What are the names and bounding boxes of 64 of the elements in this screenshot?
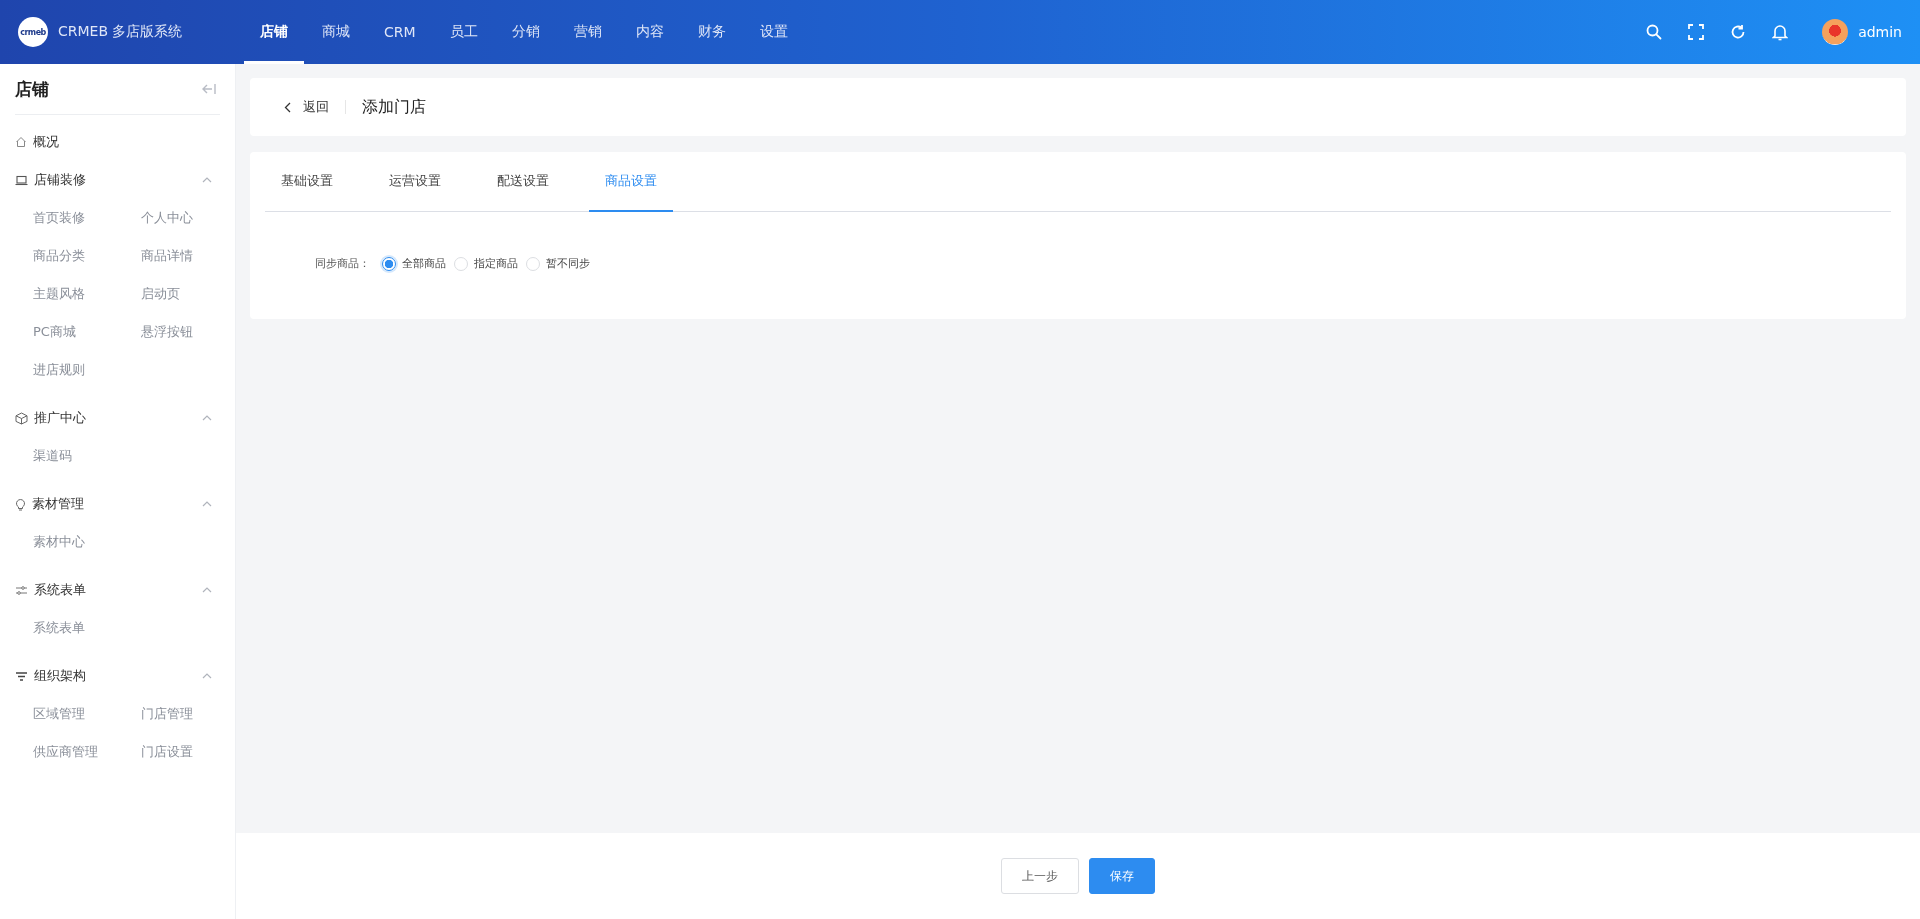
menu-item[interactable]: 启动页: [141, 275, 219, 313]
menu-item[interactable]: 个人中心: [141, 199, 219, 237]
filter-icon: [15, 670, 28, 682]
menu-item[interactable]: 首页装修: [33, 199, 141, 237]
caret-icon[interactable]: [202, 587, 212, 593]
menu-item[interactable]: 主题风格: [33, 275, 141, 313]
menu-group-label[interactable]: 组织架构: [34, 667, 86, 685]
bell-icon[interactable]: [1772, 23, 1789, 41]
avatar-icon[interactable]: [1822, 19, 1849, 45]
save-button[interactable]: 保存: [1089, 858, 1155, 894]
menu-item[interactable]: 商品分类: [33, 237, 141, 275]
tab[interactable]: 配送设置: [481, 152, 565, 212]
previous-button[interactable]: 上一步: [1001, 858, 1079, 894]
tab[interactable]: 运营设置: [373, 152, 457, 212]
caret-icon[interactable]: [202, 673, 212, 679]
sidebar-title: 店铺: [15, 77, 49, 101]
menu-group-label[interactable]: 店铺装修: [34, 171, 86, 189]
caret-icon[interactable]: [202, 415, 212, 421]
top-nav-item[interactable]: 财务: [681, 0, 742, 64]
top-nav-item[interactable]: 分销: [495, 0, 556, 64]
refresh-icon[interactable]: [1730, 24, 1747, 40]
menu-item[interactable]: 供应商管理: [33, 733, 141, 771]
logo-text: crmeb: [20, 27, 46, 37]
top-nav-item[interactable]: CRM: [368, 0, 432, 64]
home-icon: [15, 136, 27, 148]
menu-item[interactable]: 系统表单: [33, 609, 141, 647]
menu-item[interactable]: 门店设置: [141, 733, 219, 771]
form-label: 同步商品：: [315, 256, 370, 271]
radio-option[interactable]: 指定商品: [454, 256, 518, 271]
menu-item[interactable]: 进店规则: [33, 351, 141, 389]
back-link[interactable]: 返回: [284, 98, 329, 116]
menu-group-label[interactable]: 素材管理: [32, 495, 84, 513]
radio-option[interactable]: 暂不同步: [526, 256, 590, 271]
cube-icon: [15, 411, 28, 425]
menu-item[interactable]: 门店管理: [141, 695, 219, 733]
top-nav-item[interactable]: 设置: [743, 0, 804, 64]
tab[interactable]: 基础设置: [265, 152, 349, 212]
menu-item[interactable]: 商品详情: [141, 237, 219, 275]
lightbulb-icon: [15, 497, 26, 511]
top-nav-item[interactable]: 商城: [306, 0, 366, 64]
menu-item[interactable]: 素材中心: [33, 523, 141, 561]
menu-group-label[interactable]: 概况: [33, 133, 59, 151]
search-icon[interactable]: [1646, 24, 1663, 40]
menu-group-label[interactable]: 推广中心: [34, 409, 86, 427]
fullscreen-icon[interactable]: [1688, 24, 1705, 40]
top-nav-item[interactable]: 营销: [557, 0, 618, 64]
collapse-icon[interactable]: [202, 83, 216, 95]
brand-name: CRMEB 多店版系统: [58, 23, 183, 41]
caret-icon[interactable]: [202, 177, 212, 183]
menu-item[interactable]: 区域管理: [33, 695, 141, 733]
menu-item[interactable]: 渠道码: [33, 437, 141, 475]
menu-item[interactable]: 悬浮按钮: [141, 313, 219, 351]
tab[interactable]: 商品设置: [589, 152, 673, 212]
user-name[interactable]: admin: [1858, 24, 1902, 40]
top-nav-item[interactable]: 内容: [619, 0, 680, 64]
top-nav-item[interactable]: 员工: [433, 0, 494, 64]
caret-icon[interactable]: [202, 501, 212, 507]
radio-option[interactable]: 全部商品: [382, 256, 446, 271]
chevron-left-icon: [284, 101, 291, 113]
menu-item[interactable]: PC商城: [33, 313, 141, 351]
menu-group-label[interactable]: 系统表单: [34, 581, 86, 599]
page-title: 添加门店: [362, 96, 426, 118]
sliders-icon: [15, 584, 28, 596]
laptop-icon: [15, 174, 28, 186]
